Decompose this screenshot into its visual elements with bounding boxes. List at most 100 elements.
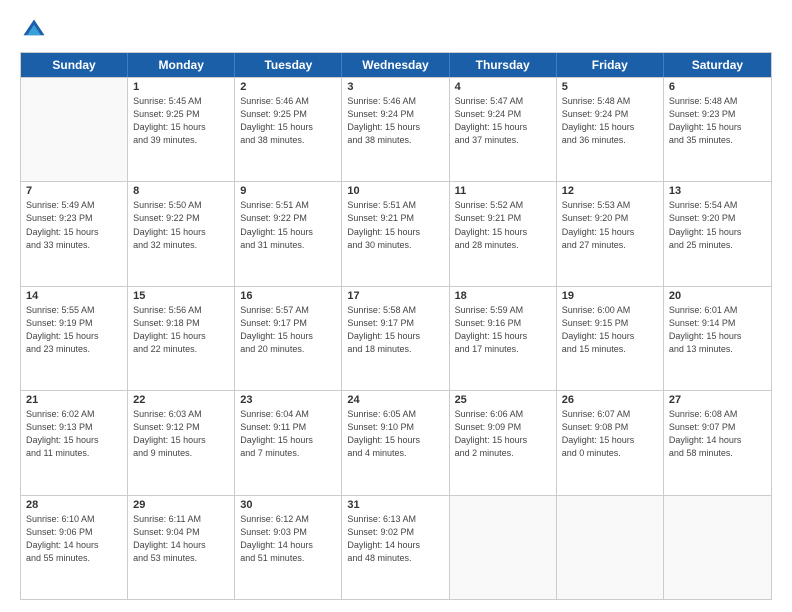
day-number: 26 bbox=[562, 394, 658, 406]
logo-icon bbox=[20, 16, 48, 44]
day-number: 13 bbox=[669, 185, 766, 197]
calendar-header-cell: Sunday bbox=[21, 53, 128, 77]
calendar: SundayMondayTuesdayWednesdayThursdayFrid… bbox=[20, 52, 772, 600]
day-info: Sunrise: 5:55 AM Sunset: 9:19 PM Dayligh… bbox=[26, 304, 122, 356]
day-number: 28 bbox=[26, 499, 122, 511]
calendar-cell: 25 Sunrise: 6:06 AM Sunset: 9:09 PM Dayli… bbox=[450, 391, 557, 494]
logo bbox=[20, 16, 52, 44]
calendar-cell: 4 Sunrise: 5:47 AM Sunset: 9:24 PM Daylig… bbox=[450, 78, 557, 181]
calendar-header-cell: Thursday bbox=[450, 53, 557, 77]
calendar-cell: 24 Sunrise: 6:05 AM Sunset: 9:10 PM Dayli… bbox=[342, 391, 449, 494]
day-info: Sunrise: 5:51 AM Sunset: 9:22 PM Dayligh… bbox=[240, 199, 336, 251]
day-info: Sunrise: 5:46 AM Sunset: 9:25 PM Dayligh… bbox=[240, 95, 336, 147]
day-info: Sunrise: 5:48 AM Sunset: 9:23 PM Dayligh… bbox=[669, 95, 766, 147]
day-number: 5 bbox=[562, 81, 658, 93]
day-number: 27 bbox=[669, 394, 766, 406]
day-number: 25 bbox=[455, 394, 551, 406]
day-number: 17 bbox=[347, 290, 443, 302]
day-number: 21 bbox=[26, 394, 122, 406]
calendar-cell: 3 Sunrise: 5:46 AM Sunset: 9:24 PM Daylig… bbox=[342, 78, 449, 181]
day-info: Sunrise: 5:48 AM Sunset: 9:24 PM Dayligh… bbox=[562, 95, 658, 147]
calendar-header-cell: Tuesday bbox=[235, 53, 342, 77]
day-info: Sunrise: 6:01 AM Sunset: 9:14 PM Dayligh… bbox=[669, 304, 766, 356]
day-number: 7 bbox=[26, 185, 122, 197]
calendar-cell: 20 Sunrise: 6:01 AM Sunset: 9:14 PM Dayli… bbox=[664, 287, 771, 390]
day-info: Sunrise: 5:47 AM Sunset: 9:24 PM Dayligh… bbox=[455, 95, 551, 147]
calendar-header-cell: Wednesday bbox=[342, 53, 449, 77]
day-number: 4 bbox=[455, 81, 551, 93]
day-info: Sunrise: 5:46 AM Sunset: 9:24 PM Dayligh… bbox=[347, 95, 443, 147]
day-number: 16 bbox=[240, 290, 336, 302]
day-number: 8 bbox=[133, 185, 229, 197]
day-number: 29 bbox=[133, 499, 229, 511]
calendar-cell bbox=[557, 496, 664, 599]
calendar-cell: 21Sunrise: 6:02 AM Sunset: 9:13 PM Dayli… bbox=[21, 391, 128, 494]
day-info: Sunrise: 5:54 AM Sunset: 9:20 PM Dayligh… bbox=[669, 199, 766, 251]
calendar-cell: 9 Sunrise: 5:51 AM Sunset: 9:22 PM Daylig… bbox=[235, 182, 342, 285]
day-number: 19 bbox=[562, 290, 658, 302]
day-info: Sunrise: 5:57 AM Sunset: 9:17 PM Dayligh… bbox=[240, 304, 336, 356]
calendar-cell: 30 Sunrise: 6:12 AM Sunset: 9:03 PM Dayli… bbox=[235, 496, 342, 599]
day-number: 24 bbox=[347, 394, 443, 406]
calendar-row: 28 Sunrise: 6:10 AM Sunset: 9:06 PM Dayli… bbox=[21, 495, 771, 599]
day-info: Sunrise: 6:00 AM Sunset: 9:15 PM Dayligh… bbox=[562, 304, 658, 356]
calendar-cell: 6 Sunrise: 5:48 AM Sunset: 9:23 PM Daylig… bbox=[664, 78, 771, 181]
calendar-cell: 15Sunrise: 5:56 AM Sunset: 9:18 PM Dayli… bbox=[128, 287, 235, 390]
day-info: Sunrise: 6:05 AM Sunset: 9:10 PM Dayligh… bbox=[347, 408, 443, 460]
day-number: 22 bbox=[133, 394, 229, 406]
day-number: 3 bbox=[347, 81, 443, 93]
day-info: Sunrise: 5:49 AM Sunset: 9:23 PM Dayligh… bbox=[26, 199, 122, 251]
day-info: Sunrise: 5:52 AM Sunset: 9:21 PM Dayligh… bbox=[455, 199, 551, 251]
day-info: Sunrise: 6:03 AM Sunset: 9:12 PM Dayligh… bbox=[133, 408, 229, 460]
calendar-cell: 12 Sunrise: 5:53 AM Sunset: 9:20 PM Dayli… bbox=[557, 182, 664, 285]
day-number: 12 bbox=[562, 185, 658, 197]
page-header bbox=[20, 16, 772, 44]
calendar-cell: 26 Sunrise: 6:07 AM Sunset: 9:08 PM Dayli… bbox=[557, 391, 664, 494]
calendar-header-cell: Saturday bbox=[664, 53, 771, 77]
calendar-cell: 17Sunrise: 5:58 AM Sunset: 9:17 PM Dayli… bbox=[342, 287, 449, 390]
day-info: Sunrise: 6:06 AM Sunset: 9:09 PM Dayligh… bbox=[455, 408, 551, 460]
calendar-cell: 19 Sunrise: 6:00 AM Sunset: 9:15 PM Dayli… bbox=[557, 287, 664, 390]
calendar-row: 21Sunrise: 6:02 AM Sunset: 9:13 PM Dayli… bbox=[21, 390, 771, 494]
day-number: 20 bbox=[669, 290, 766, 302]
day-number: 23 bbox=[240, 394, 336, 406]
day-number: 30 bbox=[240, 499, 336, 511]
calendar-header-cell: Friday bbox=[557, 53, 664, 77]
calendar-cell: 11 Sunrise: 5:52 AM Sunset: 9:21 PM Dayli… bbox=[450, 182, 557, 285]
calendar-header: SundayMondayTuesdayWednesdayThursdayFrid… bbox=[21, 53, 771, 77]
day-number: 11 bbox=[455, 185, 551, 197]
calendar-cell: 5 Sunrise: 5:48 AM Sunset: 9:24 PM Daylig… bbox=[557, 78, 664, 181]
day-number: 14 bbox=[26, 290, 122, 302]
day-info: Sunrise: 6:07 AM Sunset: 9:08 PM Dayligh… bbox=[562, 408, 658, 460]
day-number: 6 bbox=[669, 81, 766, 93]
calendar-cell: 13 Sunrise: 5:54 AM Sunset: 9:20 PM Dayli… bbox=[664, 182, 771, 285]
calendar-header-cell: Monday bbox=[128, 53, 235, 77]
calendar-cell bbox=[664, 496, 771, 599]
calendar-cell: 10Sunrise: 5:51 AM Sunset: 9:21 PM Dayli… bbox=[342, 182, 449, 285]
calendar-cell: 31Sunrise: 6:13 AM Sunset: 9:02 PM Dayli… bbox=[342, 496, 449, 599]
day-number: 1 bbox=[133, 81, 229, 93]
day-number: 9 bbox=[240, 185, 336, 197]
day-info: Sunrise: 6:11 AM Sunset: 9:04 PM Dayligh… bbox=[133, 513, 229, 565]
day-info: Sunrise: 5:53 AM Sunset: 9:20 PM Dayligh… bbox=[562, 199, 658, 251]
day-info: Sunrise: 6:12 AM Sunset: 9:03 PM Dayligh… bbox=[240, 513, 336, 565]
day-info: Sunrise: 6:04 AM Sunset: 9:11 PM Dayligh… bbox=[240, 408, 336, 460]
calendar-cell: 16 Sunrise: 5:57 AM Sunset: 9:17 PM Dayli… bbox=[235, 287, 342, 390]
calendar-cell: 7 Sunrise: 5:49 AM Sunset: 9:23 PM Daylig… bbox=[21, 182, 128, 285]
calendar-body: 1 Sunrise: 5:45 AM Sunset: 9:25 PM Daylig… bbox=[21, 77, 771, 599]
day-info: Sunrise: 5:51 AM Sunset: 9:21 PM Dayligh… bbox=[347, 199, 443, 251]
day-number: 18 bbox=[455, 290, 551, 302]
calendar-cell: 27Sunrise: 6:08 AM Sunset: 9:07 PM Dayli… bbox=[664, 391, 771, 494]
day-info: Sunrise: 6:10 AM Sunset: 9:06 PM Dayligh… bbox=[26, 513, 122, 565]
calendar-row: 1 Sunrise: 5:45 AM Sunset: 9:25 PM Daylig… bbox=[21, 77, 771, 181]
calendar-cell: 8 Sunrise: 5:50 AM Sunset: 9:22 PM Daylig… bbox=[128, 182, 235, 285]
calendar-cell bbox=[450, 496, 557, 599]
day-info: Sunrise: 5:59 AM Sunset: 9:16 PM Dayligh… bbox=[455, 304, 551, 356]
calendar-cell: 14 Sunrise: 5:55 AM Sunset: 9:19 PM Dayli… bbox=[21, 287, 128, 390]
day-info: Sunrise: 5:45 AM Sunset: 9:25 PM Dayligh… bbox=[133, 95, 229, 147]
calendar-cell: 23 Sunrise: 6:04 AM Sunset: 9:11 PM Dayli… bbox=[235, 391, 342, 494]
calendar-cell: 2 Sunrise: 5:46 AM Sunset: 9:25 PM Daylig… bbox=[235, 78, 342, 181]
calendar-cell: 18 Sunrise: 5:59 AM Sunset: 9:16 PM Dayli… bbox=[450, 287, 557, 390]
day-number: 2 bbox=[240, 81, 336, 93]
day-info: Sunrise: 5:50 AM Sunset: 9:22 PM Dayligh… bbox=[133, 199, 229, 251]
